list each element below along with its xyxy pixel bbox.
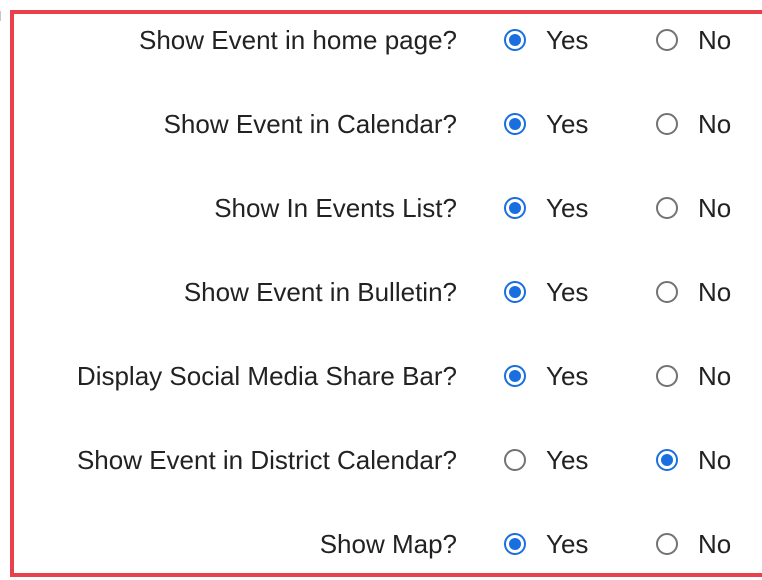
bulletin-no-radio[interactable] [656, 281, 678, 303]
yes-label: Yes [546, 277, 589, 307]
setting-row-district-calendar: Show Event in District Calendar? Yes No [0, 440, 762, 480]
social-share-no-radio[interactable] [656, 365, 678, 387]
events-list-yes-radio[interactable] [504, 197, 526, 219]
social-share-no-option[interactable]: No [656, 356, 731, 396]
no-label: No [698, 193, 732, 223]
events-list-yes-option[interactable]: Yes [504, 188, 588, 228]
setting-row-bulletin: Show Event in Bulletin? Yes No [0, 272, 762, 312]
setting-question: Display Social Media Share Bar? [76, 361, 457, 391]
calendar-no-radio[interactable] [656, 113, 678, 135]
bulletin-yes-option[interactable]: Yes [504, 272, 588, 312]
no-label: No [698, 529, 732, 559]
bulletin-yes-radio[interactable] [504, 281, 526, 303]
calendar-yes-radio[interactable] [504, 113, 526, 135]
yes-label: Yes [546, 445, 589, 475]
show-map-no-radio[interactable] [656, 533, 678, 555]
bulletin-no-option[interactable]: No [656, 272, 731, 312]
setting-question: Show Event in home page? [139, 25, 457, 55]
calendar-no-option[interactable]: No [656, 104, 731, 144]
show-map-yes-radio[interactable] [504, 533, 526, 555]
calendar-yes-option[interactable]: Yes [504, 104, 588, 144]
setting-question: Show In Events List? [214, 193, 457, 223]
yes-label: Yes [546, 529, 589, 559]
setting-question: Show Map? [319, 529, 457, 559]
district-calendar-no-option[interactable]: No [656, 440, 731, 480]
setting-row-social-share: Display Social Media Share Bar? Yes No [0, 356, 762, 396]
district-calendar-no-radio[interactable] [656, 449, 678, 471]
yes-label: Yes [546, 25, 589, 55]
setting-row-calendar: Show Event in Calendar? Yes No [0, 104, 762, 144]
no-label: No [698, 361, 732, 391]
show-map-yes-option[interactable]: Yes [504, 524, 588, 564]
social-share-yes-radio[interactable] [504, 365, 526, 387]
yes-label: Yes [546, 109, 589, 139]
events-list-no-radio[interactable] [656, 197, 678, 219]
home-page-no-option[interactable]: No [656, 20, 731, 60]
setting-question: Show Event in Bulletin? [183, 277, 457, 307]
events-list-no-option[interactable]: No [656, 188, 731, 228]
district-calendar-yes-radio[interactable] [504, 449, 526, 471]
district-calendar-yes-option[interactable]: Yes [504, 440, 588, 480]
home-page-yes-option[interactable]: Yes [504, 20, 588, 60]
yes-label: Yes [546, 193, 589, 223]
setting-question: Show Event in Calendar? [163, 109, 457, 139]
home-page-no-radio[interactable] [656, 29, 678, 51]
show-map-no-option[interactable]: No [656, 524, 731, 564]
setting-row-events-list: Show In Events List? Yes No [0, 188, 762, 228]
home-page-yes-radio[interactable] [504, 29, 526, 51]
no-label: No [698, 109, 732, 139]
setting-question: Show Event in District Calendar? [76, 445, 457, 475]
social-share-yes-option[interactable]: Yes [504, 356, 588, 396]
yes-label: Yes [546, 361, 589, 391]
setting-row-home-page: Show Event in home page? Yes No [0, 20, 762, 60]
no-label: No [698, 277, 732, 307]
no-label: No [698, 445, 732, 475]
no-label: No [698, 25, 732, 55]
setting-row-show-map: Show Map? Yes No [0, 524, 762, 564]
